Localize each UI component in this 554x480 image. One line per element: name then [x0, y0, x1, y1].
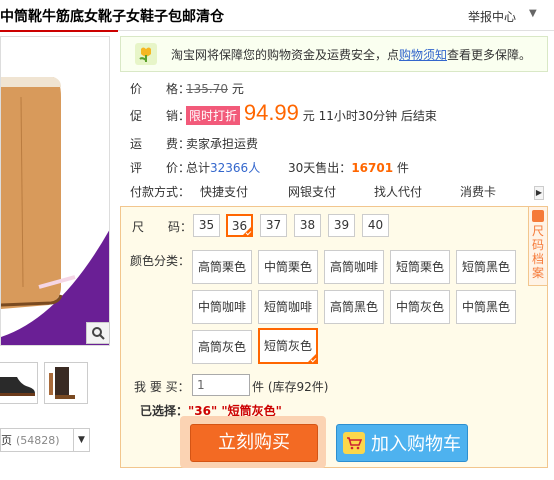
main-product-image[interactable] [0, 36, 110, 346]
payment-label: 付款方式： [130, 185, 191, 199]
reviews-count-link[interactable]: 32366人 [210, 161, 260, 175]
size-option-38[interactable]: 38 [294, 214, 321, 237]
color-option[interactable]: 中筒灰色 [390, 290, 450, 324]
boot-thumb-icon [0, 377, 35, 396]
color-option[interactable]: 中筒黑色 [456, 290, 516, 324]
sold-count: 16701 [351, 161, 394, 175]
banner-text: 淘宝网将保障您的购物资金及运费安全，点 [171, 47, 400, 62]
color-option[interactable]: 高筒黑色 [324, 290, 384, 324]
color-option[interactable]: 中筒栗色 [258, 250, 318, 284]
header-accent-line [0, 30, 118, 32]
quantity-input[interactable] [192, 374, 250, 396]
report-center-link[interactable]: 举报中心 [468, 8, 516, 25]
payment-option-bank[interactable]: 网银支付 [288, 183, 336, 200]
color-option-selected[interactable]: 短筒灰色 [258, 328, 318, 364]
boot-image-icon [1, 37, 109, 345]
original-price: 135.70 [186, 82, 228, 96]
gallery-bottom-label: 页 [1, 434, 12, 447]
shipping-row: 运 费：卖家承担运费 [130, 135, 258, 152]
size-archive-tab[interactable]: 尺码档案 [528, 206, 548, 286]
color-option[interactable]: 高筒咖啡 [324, 250, 384, 284]
stock-info: 件 (库存92件) [252, 380, 329, 394]
color-option[interactable]: 短筒栗色 [390, 250, 450, 284]
size-option-39[interactable]: 39 [328, 214, 355, 237]
promo-row: 促 销：限时打折 94.99 元 11小时30分钟 后结束 [130, 100, 437, 126]
promo-label: 促 销： [130, 109, 191, 123]
add-to-cart-button[interactable]: 加入购物车 [336, 424, 468, 462]
promo-countdown: 11小时30分钟 后结束 [318, 109, 437, 123]
size-option-40[interactable]: 40 [362, 214, 389, 237]
payment-option-quick[interactable]: 快捷支付 [200, 183, 248, 200]
security-banner: 淘宝网将保障您的购物资金及运费安全，点购物须知查看更多保障。 [120, 36, 548, 72]
color-label: 颜色分类： [130, 254, 191, 268]
size-option-35[interactable]: 35 [193, 214, 220, 237]
payment-methods: 付款方式： 快捷支付 网银支付 找人代付 消费卡 [130, 183, 544, 203]
size-option-36[interactable]: 36 [226, 214, 253, 237]
payment-option-card[interactable]: 消费卡 [460, 183, 496, 200]
sold-prefix: 30天售出： [288, 161, 352, 175]
color-option[interactable]: 短筒咖啡 [258, 290, 318, 324]
reviews-row: 评 价：总计32366人 30天售出：16701 件 [130, 159, 409, 176]
price-label: 价 格： [130, 82, 191, 96]
boot-thumb-icon [49, 367, 75, 399]
zoom-button[interactable] [86, 322, 110, 344]
price-unit: 元 [231, 82, 244, 96]
size-archive-label: 尺码档案 [532, 224, 545, 280]
tulip-shield-icon [135, 43, 157, 65]
size-option-36-label: 36 [231, 219, 248, 233]
person-icon [532, 210, 544, 222]
payment-option-proxy[interactable]: 找人代付 [374, 183, 422, 200]
price-row: 价 格：135.70 元 [130, 80, 244, 97]
payment-scroll-arrow-icon[interactable]: ▶ [534, 186, 544, 200]
gallery-bottom-count: (54828) [16, 433, 60, 447]
buy-now-button[interactable]: 立刻购买 [190, 424, 318, 462]
reviews-label: 评 价： [130, 161, 191, 175]
reviews-total-prefix: 总计 [186, 161, 211, 175]
shopping-guide-link[interactable]: 购物须知 [399, 48, 447, 62]
shipping-label: 运 费： [130, 137, 191, 151]
sold-unit: 件 [396, 161, 409, 175]
gallery-bottom-selector[interactable]: 页 (54828) ▼ [0, 428, 90, 452]
size-label: 尺 码： [132, 220, 193, 234]
thumbnail-2[interactable] [44, 362, 88, 404]
add-to-cart-label: 加入购物车 [371, 434, 461, 455]
thumbnail-1[interactable] [0, 362, 38, 404]
promo-tag-badge: 限时打折 [186, 106, 241, 125]
color-option[interactable]: 中筒咖啡 [192, 290, 252, 324]
size-option-37[interactable]: 37 [260, 214, 287, 237]
report-caret-icon[interactable]: ▼ [529, 8, 537, 19]
color-option[interactable]: 高筒栗色 [192, 250, 252, 284]
color-option[interactable]: 短筒黑色 [456, 250, 516, 284]
promo-price: 94.99 [243, 100, 299, 125]
cart-icon [343, 432, 365, 454]
magnifier-icon [92, 327, 105, 340]
color-option-selected-label: 短筒灰色 [263, 339, 312, 353]
promo-unit: 元 [302, 109, 315, 123]
color-option[interactable]: 高筒灰色 [192, 330, 252, 364]
quantity-label: 我 要 买： [134, 380, 190, 394]
product-title: 中筒靴牛筋底女靴子女鞋子包邮清仓 [0, 9, 224, 25]
selected-check-icon [307, 353, 317, 363]
chevron-down-icon[interactable]: ▼ [73, 429, 89, 451]
shipping-value: 卖家承担运费 [186, 137, 259, 151]
banner-text-after: 查看更多保障。 [447, 47, 532, 62]
